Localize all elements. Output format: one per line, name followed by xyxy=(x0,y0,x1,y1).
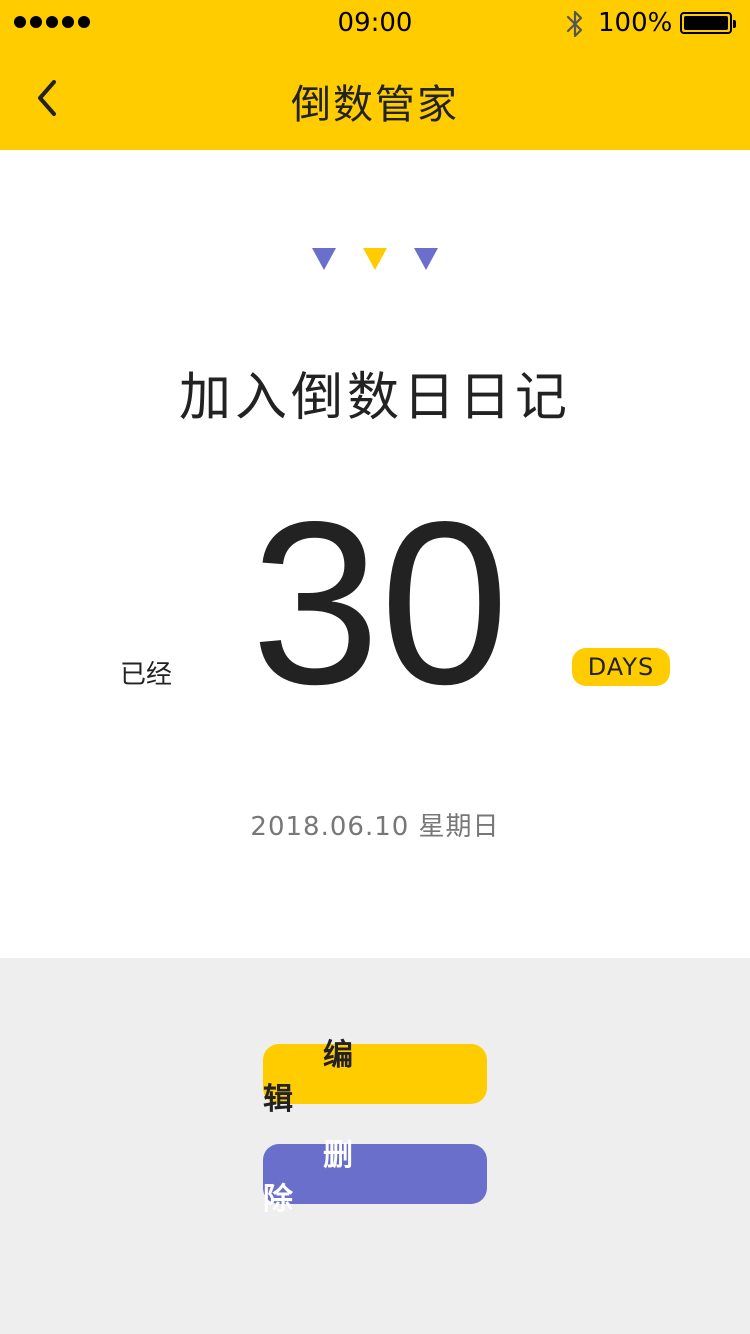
day-count: 30 xyxy=(250,474,510,733)
battery-percent: 100% xyxy=(598,8,673,38)
triangle-down-icon xyxy=(311,248,336,270)
days-badge: DAYS xyxy=(572,648,670,686)
event-title: 加入倒数日日记 xyxy=(178,368,571,428)
triangle-down-icon xyxy=(414,248,439,270)
countdown-card: 加入倒数日日记 已经 30 DAYS 2018.06.10 星期日 xyxy=(0,150,750,958)
battery-full-icon xyxy=(680,12,736,34)
nav-bar: 倒数管家 xyxy=(0,48,750,150)
page-title: 倒数管家 xyxy=(291,82,459,128)
delete-button[interactable]: 删除 xyxy=(263,1138,487,1217)
action-panel: 编辑 删除 xyxy=(0,958,750,1334)
elapsed-label: 已经 xyxy=(120,660,173,690)
header: 09:00 100% 倒数管家 xyxy=(0,0,750,150)
triangle-down-icon xyxy=(363,248,387,270)
bluetooth-icon xyxy=(566,10,583,38)
triangle-decoration xyxy=(0,248,750,274)
edit-button[interactable]: 编辑 xyxy=(263,1038,487,1117)
status-bar: 09:00 100% xyxy=(0,0,750,48)
event-date: 2018.06.10 星期日 xyxy=(250,812,500,842)
